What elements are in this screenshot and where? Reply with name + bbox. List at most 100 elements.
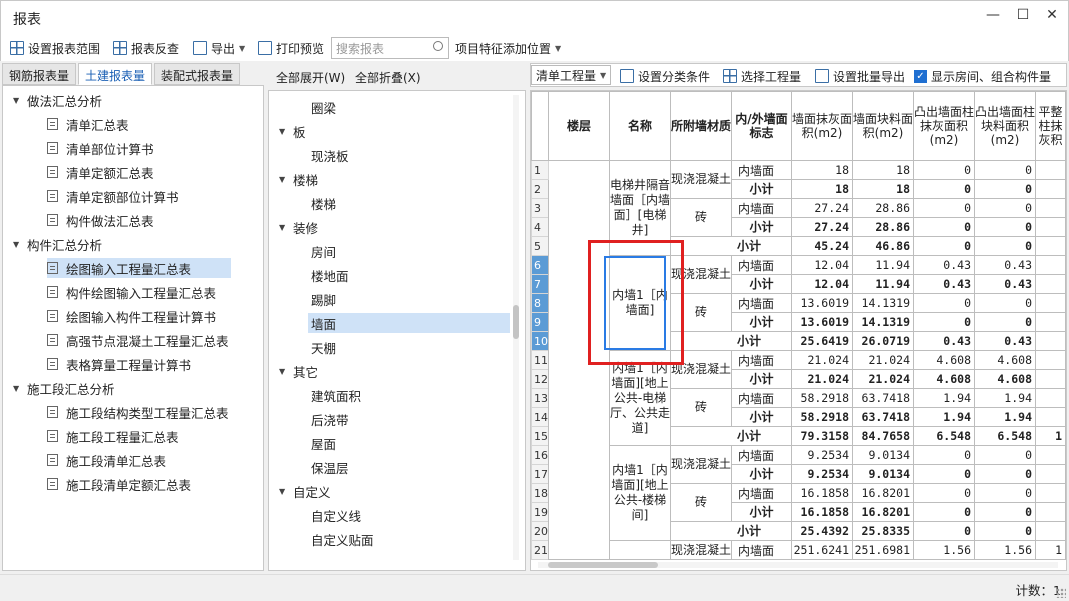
material-cell[interactable]: 现浇混凝土 <box>670 160 732 199</box>
value-cell[interactable]: 1.94 <box>974 407 1036 427</box>
value-cell[interactable]: 58.2918 <box>791 407 853 427</box>
value-cell[interactable]: 12.04 <box>791 255 853 275</box>
value-cell[interactable]: 251.6981 <box>852 540 914 560</box>
value-cell[interactable]: 6.548 <box>974 426 1036 446</box>
value-cell[interactable]: 9.0134 <box>852 445 914 465</box>
row-number[interactable]: 9 <box>531 312 549 332</box>
value-cell[interactable] <box>1035 521 1066 541</box>
row-number[interactable]: 5 <box>531 236 549 256</box>
tree-group[interactable]: ▼ 构件汇总分析 <box>13 234 102 254</box>
expand-all-button[interactable]: 全部展开(W) <box>276 67 345 87</box>
wall-flag-cell[interactable]: 内墙面 <box>731 483 792 503</box>
subtotal-label[interactable]: 小计 <box>670 521 792 541</box>
value-cell[interactable]: 0 <box>974 236 1036 256</box>
value-cell[interactable]: 25.8335 <box>852 521 914 541</box>
subtotal-label[interactable]: 小计 <box>731 502 792 522</box>
subtotal-label[interactable]: 小计 <box>670 236 792 256</box>
tree-item[interactable]: 屋面 <box>311 433 336 453</box>
value-cell[interactable]: 1.94 <box>974 388 1036 408</box>
row-number[interactable]: 17 <box>531 464 549 484</box>
value-cell[interactable]: 58.2918 <box>791 388 853 408</box>
value-cell[interactable]: 46.86 <box>852 236 914 256</box>
tree-item[interactable]: 现浇板 <box>311 145 349 165</box>
table-row[interactable]: 21 现浇混凝土 内墙面 251.6241 251.6981 1.56 1.56 1 <box>531 540 1066 560</box>
value-cell[interactable]: 0 <box>913 521 975 541</box>
value-cell[interactable]: 0 <box>913 502 975 522</box>
value-cell[interactable]: 18 <box>791 160 853 180</box>
value-cell[interactable]: 16.8201 <box>852 502 914 522</box>
value-cell[interactable]: 1 <box>1035 540 1066 560</box>
value-cell[interactable] <box>1035 179 1066 199</box>
value-cell[interactable] <box>1035 388 1066 408</box>
value-cell[interactable]: 21.024 <box>852 350 914 370</box>
value-cell[interactable]: 0.43 <box>913 331 975 351</box>
value-cell[interactable]: 0 <box>913 445 975 465</box>
value-cell[interactable] <box>1035 198 1066 218</box>
tree-item[interactable]: 天棚 <box>311 337 336 357</box>
value-cell[interactable]: 0 <box>913 293 975 313</box>
name-cell[interactable]: 电梯井隔音墙面［内墙面］[电梯井] <box>609 160 671 256</box>
name-cell[interactable]: 内墙1［内墙面][地上公共-电梯厅、公共走道] <box>609 350 671 446</box>
tree-group[interactable]: ▼ 施工段汇总分析 <box>13 378 115 398</box>
value-cell[interactable]: 45.24 <box>791 236 853 256</box>
tree-item[interactable]: 楼地面 <box>311 265 349 285</box>
tree-group[interactable]: ▼ 装修 <box>279 217 318 237</box>
value-cell[interactable]: 0.43 <box>974 255 1036 275</box>
feature-position-dropdown[interactable]: 项目特征添加位置 ▼ <box>455 38 561 58</box>
table-row[interactable]: 16 内墙1［内墙面][地上公共-楼梯间] 现浇混凝土 内墙面 9.2534 9.0134… <box>531 445 1066 541</box>
wall-flag-cell[interactable]: 内墙面 <box>731 388 792 408</box>
name-cell[interactable]: 内墙1［内墙面][地上公共-楼梯间] <box>609 445 671 541</box>
tree-item[interactable]: 自定义贴面 <box>311 529 374 549</box>
set-report-range-button[interactable]: 设置报表范围 <box>10 38 100 58</box>
table-row[interactable]: 11 内墙1［内墙面][地上公共-电梯厅、公共走道] 现浇混凝土 内墙面 21.024 2… <box>531 350 1066 446</box>
value-cell[interactable]: 27.24 <box>791 217 853 237</box>
row-number[interactable]: 7 <box>531 274 549 294</box>
tree-item[interactable]: 自定义线 <box>311 505 361 525</box>
row-number[interactable]: 8 <box>531 293 549 313</box>
material-cell[interactable]: 砖 <box>670 198 732 237</box>
value-cell[interactable]: 21.024 <box>791 369 853 389</box>
value-cell[interactable]: 28.86 <box>852 198 914 218</box>
wall-flag-cell[interactable]: 内墙面 <box>731 540 792 560</box>
tree-item[interactable]: 墙面 <box>308 313 510 333</box>
minimize-button[interactable]: — <box>982 7 1004 23</box>
subtotal-label[interactable]: 小计 <box>670 331 792 351</box>
tree-item[interactable]: 建筑面积 <box>311 385 361 405</box>
tree-item[interactable]: 清单部位计算书 <box>47 138 160 158</box>
horizontal-scrollbar[interactable] <box>538 562 1058 568</box>
subtotal-label[interactable]: 小计 <box>670 426 792 446</box>
value-cell[interactable]: 1.94 <box>913 388 975 408</box>
subtotal-label[interactable]: 小计 <box>731 464 792 484</box>
row-number[interactable]: 19 <box>531 502 549 522</box>
search-input[interactable]: 搜索报表 <box>331 37 449 59</box>
value-cell[interactable]: 0 <box>974 198 1036 218</box>
value-cell[interactable] <box>1035 312 1066 332</box>
tree-item[interactable]: 清单汇总表 <box>47 114 135 134</box>
value-cell[interactable]: 0 <box>913 160 975 180</box>
value-cell[interactable]: 79.3158 <box>791 426 853 446</box>
quantity-type-select[interactable]: 清单工程量 ▼ <box>531 65 611 85</box>
name-cell[interactable] <box>609 540 671 560</box>
batch-export-button[interactable]: 设置批量导出 <box>815 66 905 86</box>
value-cell[interactable]: 21.024 <box>791 350 853 370</box>
tree-item[interactable]: 楼梯 <box>311 193 336 213</box>
value-cell[interactable]: 16.1858 <box>791 502 853 522</box>
value-cell[interactable]: 0.43 <box>974 331 1036 351</box>
row-number[interactable]: 21 <box>531 540 549 560</box>
value-cell[interactable] <box>1035 331 1066 351</box>
wall-flag-cell[interactable]: 内墙面 <box>731 350 792 370</box>
tree-item[interactable]: 房间 <box>311 241 336 261</box>
value-cell[interactable]: 0 <box>974 312 1036 332</box>
print-preview-button[interactable]: 打印预览 <box>258 38 324 58</box>
wall-flag-cell[interactable]: 内墙面 <box>731 160 792 180</box>
material-cell[interactable]: 现浇混凝土 <box>670 540 732 560</box>
tree-group[interactable]: ▼ 做法汇总分析 <box>13 90 102 110</box>
value-cell[interactable]: 0.43 <box>913 274 975 294</box>
subtotal-label[interactable]: 小计 <box>731 369 792 389</box>
value-cell[interactable] <box>1035 407 1066 427</box>
row-number[interactable]: 3 <box>531 198 549 218</box>
wall-flag-cell[interactable]: 内墙面 <box>731 255 792 275</box>
tab-civil[interactable]: 土建报表量 <box>78 63 153 85</box>
row-number[interactable]: 2 <box>531 179 549 199</box>
value-cell[interactable]: 0 <box>974 521 1036 541</box>
